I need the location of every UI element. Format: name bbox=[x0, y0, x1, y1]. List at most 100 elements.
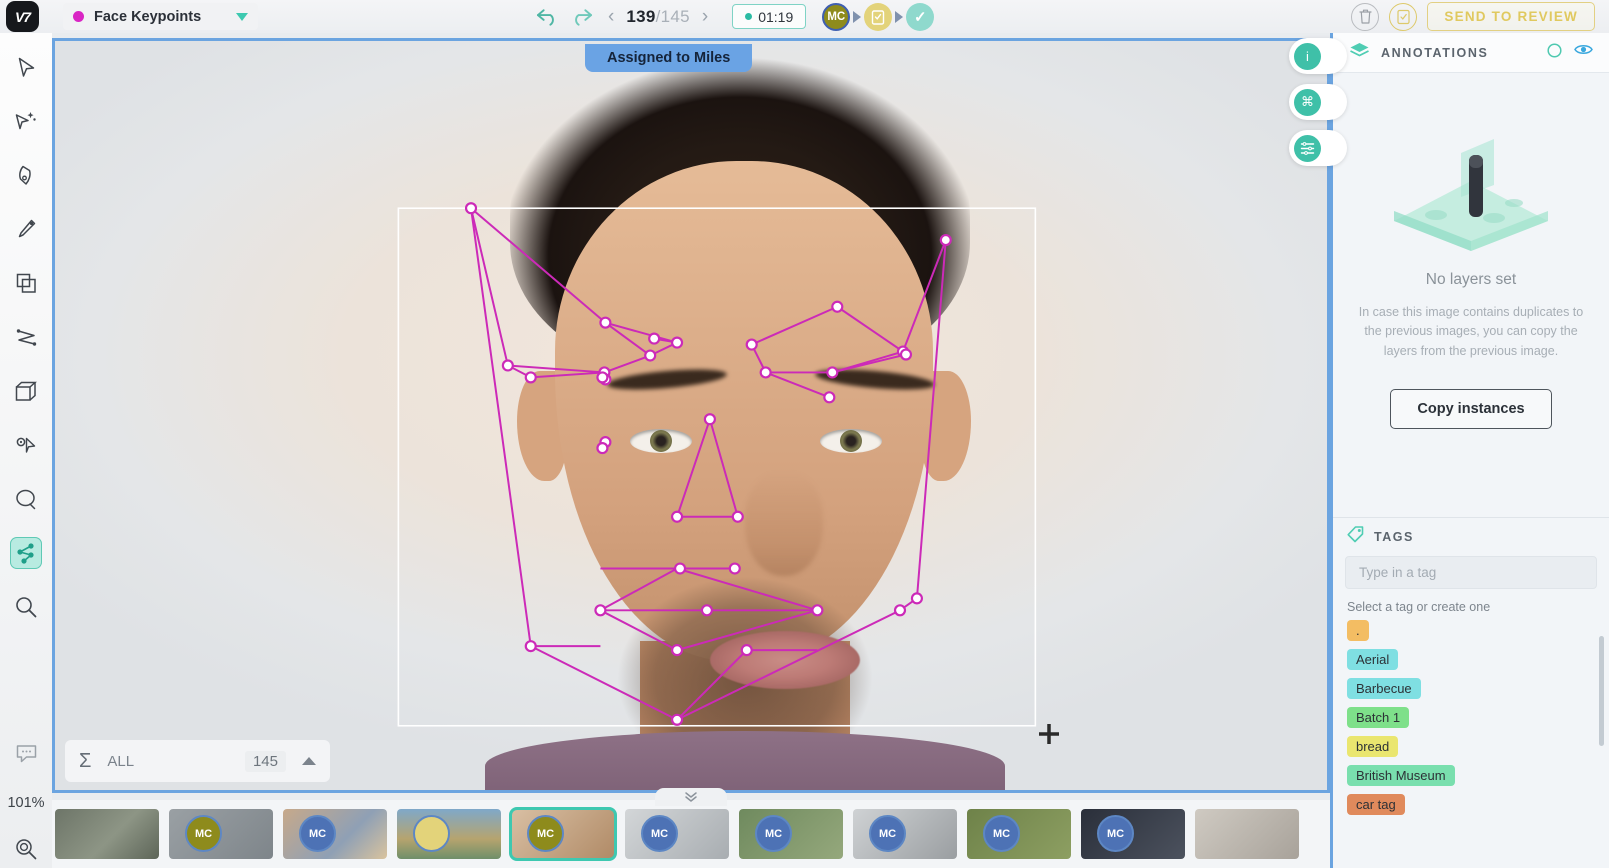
reset-zoom-icon[interactable] bbox=[10, 833, 42, 865]
stage-arrow-icon-2 bbox=[895, 10, 904, 23]
info-icon: i bbox=[1294, 42, 1321, 70]
select-tool[interactable] bbox=[10, 51, 42, 83]
tag-icon bbox=[1347, 526, 1364, 548]
brush-tool[interactable] bbox=[10, 213, 42, 245]
annotate-stage-avatar[interactable]: MC bbox=[822, 2, 851, 31]
timer-value: 01:19 bbox=[758, 8, 794, 25]
previous-image-button[interactable]: ‹ bbox=[598, 6, 624, 28]
chevron-down-icon[interactable] bbox=[236, 12, 248, 21]
tag-chip[interactable]: British Museum bbox=[1347, 765, 1455, 786]
assigned-to-badge: Assigned to Miles bbox=[585, 44, 753, 72]
complete-stage-avatar[interactable]: ✓ bbox=[906, 2, 935, 31]
tags-header: TAGS bbox=[1333, 518, 1609, 556]
thumb-7[interactable]: MC bbox=[739, 809, 843, 859]
redo-button[interactable] bbox=[564, 2, 598, 32]
copy-instances-button[interactable]: Copy instances bbox=[1390, 389, 1552, 430]
workflow-stages: MC ✓ bbox=[822, 2, 935, 31]
thumbnail-avatar: MC bbox=[641, 815, 678, 852]
thumbnail-avatar bbox=[413, 815, 450, 852]
tag-chip[interactable]: Aerial bbox=[1347, 649, 1399, 670]
tag-chip[interactable]: . bbox=[1347, 620, 1369, 641]
thumb-11[interactable] bbox=[1195, 809, 1299, 859]
settings-tab[interactable] bbox=[1289, 130, 1347, 166]
tag-list: . Aerial Barbecue Batch 1 bread British Museu… bbox=[1333, 620, 1609, 815]
thumb-5[interactable]: MC bbox=[509, 807, 617, 861]
stage-arrow-icon bbox=[853, 10, 862, 23]
session-timer[interactable]: 01:19 bbox=[732, 4, 807, 29]
thumb-8[interactable]: MC bbox=[853, 809, 957, 859]
review-stage-avatar[interactable] bbox=[864, 2, 893, 31]
tags-title: TAGS bbox=[1374, 530, 1414, 544]
undo-button[interactable] bbox=[530, 2, 564, 32]
eye-icon[interactable] bbox=[1574, 43, 1593, 63]
annotations-panel-header: ANNOTATIONS bbox=[1333, 33, 1609, 73]
tags-hint: Select a tag or create one bbox=[1347, 600, 1491, 614]
empty-state-description: In case this image contains duplicates t… bbox=[1358, 305, 1584, 358]
tag-chip[interactable]: Barbecue bbox=[1347, 678, 1421, 699]
sigma-icon: Σ bbox=[79, 749, 92, 772]
thumb-2[interactable]: MC bbox=[169, 809, 273, 859]
clipboard-check-icon[interactable] bbox=[1389, 2, 1418, 31]
darwin-annotation-app: V7 Face Keypoints ‹ 139/145 › 01:19 MC ✓… bbox=[0, 0, 1609, 868]
zoom-tool[interactable] bbox=[10, 591, 42, 623]
thumb-3[interactable]: MC bbox=[283, 809, 387, 859]
tag-input[interactable] bbox=[1345, 556, 1597, 589]
annotation-summary-bar[interactable]: Σ ALL 145 bbox=[65, 740, 330, 782]
zoom-level-label: 101% bbox=[7, 795, 45, 811]
navigation-controls: ‹ 139/145 › 01:19 MC ✓ bbox=[530, 0, 935, 33]
annotations-title: ANNOTATIONS bbox=[1381, 45, 1489, 60]
thumb-1[interactable] bbox=[55, 809, 159, 859]
total-pages: 145 bbox=[660, 6, 690, 26]
thumb-10[interactable]: MC bbox=[1081, 809, 1185, 859]
info-tab[interactable]: i bbox=[1289, 38, 1347, 74]
thumb-6[interactable]: MC bbox=[625, 809, 729, 859]
top-toolbar: V7 Face Keypoints ‹ 139/145 › 01:19 MC ✓… bbox=[0, 0, 1609, 33]
thumb-9[interactable]: MC bbox=[967, 809, 1071, 859]
pen-tool[interactable] bbox=[10, 159, 42, 191]
timer-status-dot bbox=[745, 13, 753, 20]
tag-chip[interactable]: Batch 1 bbox=[1347, 707, 1410, 728]
bounding-box-tool[interactable] bbox=[10, 267, 42, 299]
ellipse-tool[interactable] bbox=[10, 483, 42, 515]
current-page: 139 bbox=[626, 6, 656, 26]
portrait-shirt bbox=[485, 731, 1005, 790]
filmstrip-collapse-button[interactable] bbox=[655, 788, 727, 806]
shortcuts-tab[interactable]: ⌘ bbox=[1289, 84, 1347, 120]
polyline-tool[interactable] bbox=[10, 321, 42, 353]
thumb-4[interactable] bbox=[397, 809, 501, 859]
page-counter: 139/145 bbox=[624, 7, 692, 27]
image-photo bbox=[55, 41, 1327, 790]
tag-chip[interactable]: car tag bbox=[1347, 794, 1405, 815]
cuboid-tool[interactable] bbox=[10, 375, 42, 407]
skeleton-tool[interactable] bbox=[10, 537, 42, 569]
annotation-canvas[interactable]: Assigned to Miles Σ ALL 145 bbox=[52, 38, 1330, 793]
chevron-up-icon[interactable] bbox=[302, 757, 316, 765]
thumbnail-avatar: MC bbox=[299, 815, 336, 852]
trash-icon[interactable] bbox=[1351, 2, 1380, 31]
list-settings-icon bbox=[1294, 134, 1321, 162]
annotation-class-selector[interactable]: Face Keypoints bbox=[63, 3, 258, 30]
comment-bubble-icon[interactable] bbox=[10, 737, 42, 769]
side-tab-rail: i ⌘ bbox=[1289, 38, 1347, 166]
tag-chip[interactable]: bread bbox=[1347, 736, 1399, 757]
summary-label: ALL bbox=[107, 752, 135, 770]
thumbnail-avatar: MC bbox=[983, 815, 1020, 852]
auto-annotate-tool[interactable] bbox=[10, 105, 42, 137]
layers-icon bbox=[1349, 42, 1370, 64]
send-to-review-button[interactable]: SEND TO REVIEW bbox=[1427, 2, 1595, 31]
v7-logo[interactable]: V7 bbox=[6, 1, 39, 32]
image-filmstrip[interactable]: MC MC MC MC MC MC MC MC bbox=[0, 800, 1330, 868]
left-toolbar: 101% bbox=[0, 33, 52, 868]
crosshair-cursor bbox=[1036, 721, 1062, 753]
thumbnail-avatar: MC bbox=[869, 815, 906, 852]
right-sidebar: i ⌘ ANNOTATIONS No layers set In case th… bbox=[1289, 33, 1609, 868]
tags-scrollbar[interactable] bbox=[1599, 636, 1604, 746]
keypoint-tool[interactable] bbox=[10, 429, 42, 461]
circle-outline-icon[interactable] bbox=[1547, 42, 1562, 63]
tags-section: TAGS Select a tag or create one . Aerial B… bbox=[1333, 517, 1609, 868]
class-color-dot bbox=[73, 11, 84, 22]
topbar-actions: SEND TO REVIEW bbox=[1351, 0, 1609, 33]
thumbnail-avatar: MC bbox=[1097, 815, 1134, 852]
thumbnail-avatar: MC bbox=[185, 815, 222, 852]
next-image-button[interactable]: › bbox=[692, 6, 718, 28]
